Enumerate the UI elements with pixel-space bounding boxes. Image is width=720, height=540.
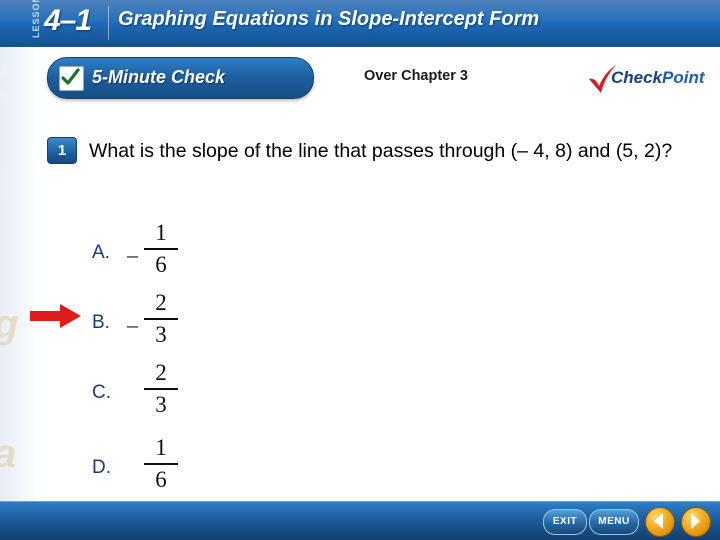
chevron-decoration <box>0 159 38 209</box>
fraction-bar <box>144 318 178 320</box>
fraction-sign: – <box>127 312 138 337</box>
answer-choice-a[interactable]: A. – 1 6 <box>92 220 392 290</box>
fraction-bar <box>144 248 178 250</box>
previous-slide-button[interactable] <box>645 507 675 537</box>
checkpoint-word-check: Check <box>611 68 663 87</box>
fraction-numerator: 2 <box>155 360 167 385</box>
fraction-bar <box>144 388 178 390</box>
fraction-numerator: 2 <box>155 290 167 315</box>
answer-choice-b[interactable]: B. – 2 3 <box>92 290 392 360</box>
over-chapter-label: Over Chapter 3 <box>364 68 468 84</box>
ghost-glyph: a <box>0 432 16 477</box>
answer-fraction: – 1 6 <box>127 220 178 278</box>
answer-choice-c[interactable]: C. 2 3 <box>92 360 392 430</box>
lesson-banner: LESSON 4–1 Graphing Equations in Slope-I… <box>0 0 720 47</box>
five-minute-check-label: 5-Minute Check <box>92 67 226 87</box>
answer-fraction: 2 3 <box>144 360 178 418</box>
checkmark-icon <box>59 66 84 91</box>
answer-letter: B. <box>92 312 110 333</box>
five-minute-check-banner: 5-Minute Check <box>47 57 314 99</box>
fraction-bar <box>144 463 178 465</box>
fraction-sign: – <box>127 242 138 267</box>
banner-divider <box>108 6 109 40</box>
exit-button[interactable]: EXIT <box>543 509 587 535</box>
answer-letter: C. <box>92 382 111 403</box>
next-slide-button[interactable] <box>681 507 711 537</box>
checkpoint-text: CheckPoint <box>611 68 705 88</box>
bottom-toolbar: EXIT MENU <box>0 501 720 540</box>
fraction-denominator: 6 <box>155 466 167 492</box>
right-arrow-icon <box>30 303 82 329</box>
fraction-numerator: 1 <box>155 435 167 460</box>
answer-fraction: – 2 3 <box>127 290 178 348</box>
answer-choice-d[interactable]: D. 1 6 <box>92 435 392 505</box>
fraction-denominator: 6 <box>155 251 167 277</box>
lesson-number: 4–1 <box>44 4 92 37</box>
answer-letter: D. <box>92 457 111 478</box>
fraction-denominator: 3 <box>155 321 167 347</box>
chevron-decoration <box>0 59 38 109</box>
answer-letter: A. <box>92 242 110 263</box>
ghost-glyph: g <box>0 302 18 347</box>
checkpoint-word-point: Point <box>662 68 705 87</box>
left-decorative-strip: g a <box>0 47 38 502</box>
menu-button[interactable]: MENU <box>589 509 639 535</box>
slide: g a LESSON 4–1 Graphing Equations in Slo… <box>0 0 720 540</box>
question-text: What is the slope of the line that passe… <box>89 140 673 162</box>
fraction-numerator: 1 <box>155 220 167 245</box>
checkpoint-logo: CheckPoint <box>585 64 710 96</box>
page-title: Graphing Equations in Slope-Intercept Fo… <box>118 8 540 30</box>
answer-fraction: 1 6 <box>144 435 178 493</box>
fraction-denominator: 3 <box>155 391 167 417</box>
question-number-badge: 1 <box>47 137 77 164</box>
